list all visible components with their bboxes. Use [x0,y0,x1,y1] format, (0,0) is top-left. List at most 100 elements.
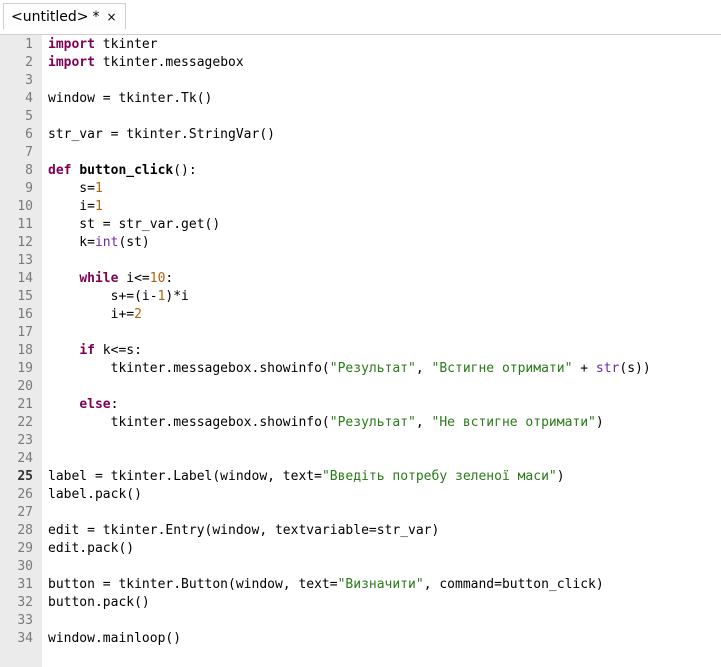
code-token: "Не встигне отримати" [431,415,596,430]
line-number: 21 [17,397,33,412]
code-token: int [94,235,119,250]
code-token: + [572,361,596,376]
line-number: 15 [17,289,33,304]
code-text: tkinter.messagebox.showinfo("Результат",… [48,414,604,432]
code-token: button = tkinter.Button(window, text= [48,577,338,592]
editor-tab[interactable]: <untitled> * × [3,3,126,30]
line-number: 3 [25,73,33,88]
code-token: window.mainloop() [48,631,182,646]
line-number: 12 [17,235,33,250]
line-number: 1 [25,37,33,52]
code-text: label = tkinter.Label(window, text="Введ… [48,468,565,486]
code-line: 23 [0,432,721,450]
code-text: edit = tkinter.Entry(window, textvariabl… [48,522,439,540]
code-text: st = str_var.get() [48,216,220,234]
code-line: 27 [0,504,721,522]
code-token: tkinter.messagebox [94,55,244,70]
line-number: 25 [17,469,33,484]
code-line: 18 if k<=s: [0,342,721,360]
line-number: 5 [25,109,33,124]
line-number: 2 [25,55,33,70]
code-token: button.pack() [48,595,150,610]
code-token: label = tkinter.Label(window, text= [48,469,322,484]
code-line: 25 label = tkinter.Label(window, text="Вв… [0,468,721,486]
line-number: 28 [17,523,33,538]
code-text: def button_click(): [48,162,197,180]
line-number: 13 [17,253,33,268]
line-number: 8 [25,163,33,178]
line-number: 11 [17,217,33,232]
line-number: 27 [17,505,33,520]
code-token: label.pack() [48,487,142,502]
code-token: i<= [118,271,150,286]
code-line: 14 while i<=10: [0,270,721,288]
line-number: 10 [17,199,33,214]
code-line: 12 k=int(st) [0,234,721,252]
code-token: , [415,415,432,430]
code-text: s=1 [48,180,103,198]
code-token: : [165,271,174,286]
code-token: s= [48,181,95,196]
code-token: edit.pack() [48,541,135,556]
code-line: 19 tkinter.messagebox.showinfo("Результа… [0,360,721,378]
code-lines: 1 import tkinter 2 import tkinter.messagebo… [0,36,721,648]
code-token: def [48,163,72,178]
code-line: 8 def button_click(): [0,162,721,180]
line-number: 29 [17,541,33,556]
line-number: 22 [17,415,33,430]
code-token: else [79,397,111,412]
code-line: 32 button.pack() [0,594,721,612]
line-number: 17 [17,325,33,340]
code-text: window.mainloop() [48,630,181,648]
line-number: 6 [25,127,33,142]
code-token: if [79,343,95,358]
line-number: 26 [17,487,33,502]
code-token: st = str_var.get() [48,217,221,232]
code-token: 1 [94,199,103,214]
code-text: edit.pack() [48,540,134,558]
code-token: "Введіть потребу зеленої маси" [321,469,557,484]
code-token: tkinter [94,37,158,52]
code-token: "Визначити" [337,577,424,592]
close-icon[interactable]: × [106,10,116,24]
tab-bar: <untitled> * × [0,0,721,34]
code-token: i+= [48,307,135,322]
code-line: 3 [0,72,721,90]
code-token: )*i [165,289,189,304]
code-line: 2 import tkinter.messagebox [0,54,721,72]
code-line: 11 st = str_var.get() [0,216,721,234]
code-text: window = tkinter.Tk() [48,90,212,108]
code-token: , [415,361,432,376]
code-text: else: [48,396,118,414]
code-text: button = tkinter.Button(window, text="Ви… [48,576,604,594]
code-line: 33 [0,612,721,630]
line-number: 18 [17,343,33,358]
code-line: 24 [0,450,721,468]
code-line: 28 edit = tkinter.Entry(window, textvaria… [0,522,721,540]
code-line: 13 [0,252,721,270]
code-text: s+=(i-1)*i [48,288,189,306]
code-token: window = tkinter.Tk() [48,91,213,106]
code-line: 10 i=1 [0,198,721,216]
code-editor[interactable]: 1 import tkinter 2 import tkinter.messagebo… [0,34,721,667]
code-line: 31 button = tkinter.Button(window, text="… [0,576,721,594]
code-line: 26 label.pack() [0,486,721,504]
code-line: 34 window.mainloop() [0,630,721,648]
line-number: 33 [17,613,33,628]
code-line: 22 tkinter.messagebox.showinfo("Результа… [0,414,721,432]
code-token: while [79,271,119,286]
modified-indicator: * [92,8,100,25]
code-text: import tkinter.messagebox [48,54,244,72]
code-line: 20 [0,378,721,396]
tab-title: <untitled> [11,8,89,25]
code-token: "Результат" [329,361,416,376]
code-token: "Встигне отримати" [431,361,573,376]
line-number: 4 [25,91,33,106]
code-token: button_click [79,163,174,178]
line-number: 19 [17,361,33,376]
code-token: 2 [134,307,142,322]
line-number: 16 [17,307,33,322]
code-token: edit = tkinter.Entry(window, textvariabl… [48,523,440,538]
code-text: label.pack() [48,486,142,504]
code-token: ) [556,469,565,484]
